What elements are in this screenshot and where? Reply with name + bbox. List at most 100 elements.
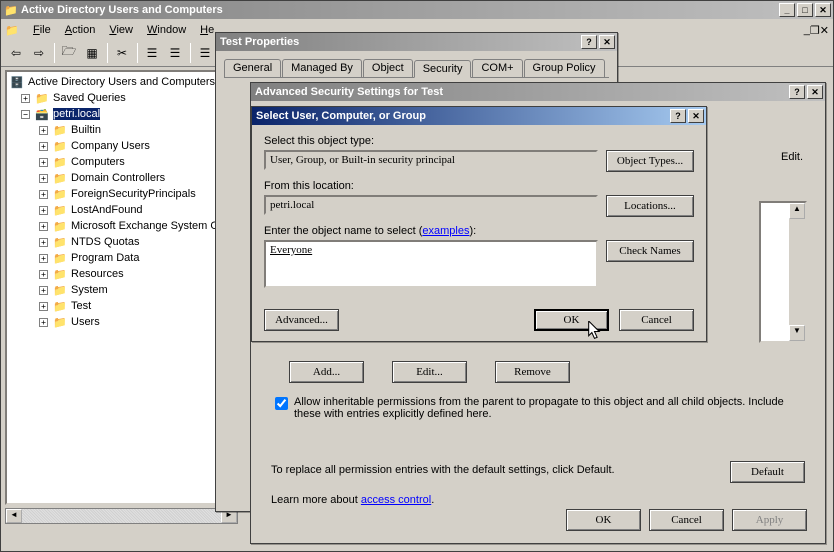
advanced-button[interactable]: Advanced...	[264, 309, 339, 331]
menu-help[interactable]: He	[200, 24, 214, 36]
tree-node[interactable]: Company Users	[71, 140, 150, 152]
object-types-button[interactable]: Object Types...	[606, 150, 694, 172]
horizontal-scrollbar[interactable]: ◄ ►	[5, 508, 238, 524]
menu-view[interactable]: View	[109, 24, 133, 36]
expander-icon[interactable]: +	[39, 270, 48, 279]
tree-node[interactable]: Builtin	[71, 124, 101, 136]
expander-icon[interactable]: +	[39, 126, 48, 135]
select-dlg-title: Select User, Computer, or Group	[254, 110, 668, 122]
tree-node[interactable]: Computers	[71, 156, 125, 168]
mdi-icon: 📁	[5, 24, 19, 37]
properties-icon[interactable]: ☰	[141, 42, 163, 64]
object-name-input[interactable]: Everyone	[264, 240, 598, 288]
expander-icon[interactable]: +	[39, 286, 48, 295]
expander-icon[interactable]: +	[39, 190, 48, 199]
tab-bar: GeneralManaged ByObjectSecurityCOM+Group…	[224, 59, 609, 78]
add-button[interactable]: Add...	[289, 361, 364, 383]
expander-icon[interactable]: +	[21, 94, 30, 103]
folder-icon: 📁	[52, 267, 68, 281]
tree-node[interactable]: Users	[71, 316, 100, 328]
access-control-link[interactable]: access control	[361, 494, 431, 506]
refresh-icon[interactable]: ☰	[194, 42, 216, 64]
folder-icon: 📁	[52, 155, 68, 169]
tree-node[interactable]: Test	[71, 300, 91, 312]
tree-node[interactable]: LostAndFound	[71, 204, 143, 216]
folder-icon: 📁	[52, 139, 68, 153]
tree-domain[interactable]: petri.local	[53, 108, 100, 120]
tab-object[interactable]: Object	[363, 59, 413, 77]
minimize-button[interactable]: _	[779, 3, 795, 17]
main-titlebar[interactable]: 📁 Active Directory Users and Computers _…	[1, 1, 833, 19]
tree-node[interactable]: NTDS Quotas	[71, 236, 139, 248]
remove-button[interactable]: Remove	[495, 361, 570, 383]
delete-icon[interactable]: ☰	[164, 42, 186, 64]
tree-node[interactable]: Microsoft Exchange System Ob	[71, 220, 225, 232]
tree-root[interactable]: Active Directory Users and Computers	[28, 76, 215, 88]
menu-file[interactable]: File	[33, 24, 51, 36]
help-button[interactable]: ?	[581, 35, 597, 49]
mdi-restore-button[interactable]: ❐	[810, 24, 820, 37]
expander-icon[interactable]: −	[21, 110, 30, 119]
app-icon: 📁	[3, 4, 19, 17]
close-button[interactable]: ✕	[807, 85, 823, 99]
tab-general[interactable]: General	[224, 59, 281, 77]
expander-icon[interactable]: +	[39, 302, 48, 311]
menu-action[interactable]: Action	[65, 24, 96, 36]
check-names-button[interactable]: Check Names	[606, 240, 694, 262]
tree-node[interactable]: ForeignSecurityPrincipals	[71, 188, 196, 200]
cancel-button[interactable]: Cancel	[619, 309, 694, 331]
close-button[interactable]: ✕	[815, 3, 831, 17]
close-button[interactable]: ✕	[599, 35, 615, 49]
scroll-left-icon[interactable]: ◄	[6, 509, 22, 523]
forward-icon[interactable]: ⇨	[28, 42, 50, 64]
edit-button[interactable]: Edit...	[392, 361, 467, 383]
inherit-checkbox[interactable]	[275, 397, 288, 410]
test-props-titlebar[interactable]: Test Properties ? ✕	[216, 33, 617, 51]
expander-icon[interactable]: +	[39, 206, 48, 215]
apply-button[interactable]: Apply	[732, 509, 807, 531]
cut-icon[interactable]: ✂	[111, 42, 133, 64]
scroll-up-icon[interactable]: ▲	[789, 203, 805, 219]
tree-node[interactable]: System	[71, 284, 108, 296]
help-button[interactable]: ?	[789, 85, 805, 99]
adv-sec-title: Advanced Security Settings for Test	[253, 86, 787, 98]
adv-sec-titlebar[interactable]: Advanced Security Settings for Test ? ✕	[251, 83, 825, 101]
ok-button[interactable]: OK	[566, 509, 641, 531]
back-icon[interactable]: ⇦	[5, 42, 27, 64]
up-icon[interactable]: 🗁	[58, 42, 80, 64]
expander-icon[interactable]: +	[39, 174, 48, 183]
expander-icon[interactable]: +	[39, 254, 48, 263]
show-icon[interactable]: ▦	[81, 42, 103, 64]
domain-icon: 🗃️	[34, 107, 50, 121]
expander-icon[interactable]: +	[39, 158, 48, 167]
inherit-text: Allow inheritable permissions from the p…	[294, 396, 791, 420]
tree-saved-queries[interactable]: Saved Queries	[53, 92, 126, 104]
tree-node[interactable]: Domain Controllers	[71, 172, 165, 184]
mdi-close-button[interactable]: ✕	[820, 24, 829, 37]
learn-prefix: Learn more about	[271, 494, 361, 506]
select-dlg-titlebar[interactable]: Select User, Computer, or Group ? ✕	[252, 107, 706, 125]
tree-pane[interactable]: 🗄️ Active Directory Users and Computers …	[5, 70, 238, 505]
examples-link[interactable]: examples	[422, 225, 469, 237]
tree-node[interactable]: Program Data	[71, 252, 139, 264]
cancel-button[interactable]: Cancel	[649, 509, 724, 531]
maximize-button[interactable]: □	[797, 3, 813, 17]
tree-node[interactable]: Resources	[71, 268, 124, 280]
help-button[interactable]: ?	[670, 109, 686, 123]
expander-icon[interactable]: +	[39, 238, 48, 247]
close-button[interactable]: ✕	[688, 109, 704, 123]
tab-com+[interactable]: COM+	[472, 59, 522, 77]
tab-security[interactable]: Security	[414, 60, 472, 78]
menu-window[interactable]: Window	[147, 24, 186, 36]
expander-icon[interactable]: +	[39, 318, 48, 327]
ok-button[interactable]: OK	[534, 309, 609, 331]
locations-button[interactable]: Locations...	[606, 195, 694, 217]
expander-icon[interactable]: +	[39, 222, 48, 231]
folder-icon: 📁	[52, 203, 68, 217]
expander-icon[interactable]: +	[39, 142, 48, 151]
tab-managed-by[interactable]: Managed By	[282, 59, 362, 77]
default-button[interactable]: Default	[730, 461, 805, 483]
tab-group-policy[interactable]: Group Policy	[524, 59, 605, 77]
menubar: File Action View Window He	[25, 20, 205, 39]
scroll-down-icon[interactable]: ▼	[789, 325, 805, 341]
